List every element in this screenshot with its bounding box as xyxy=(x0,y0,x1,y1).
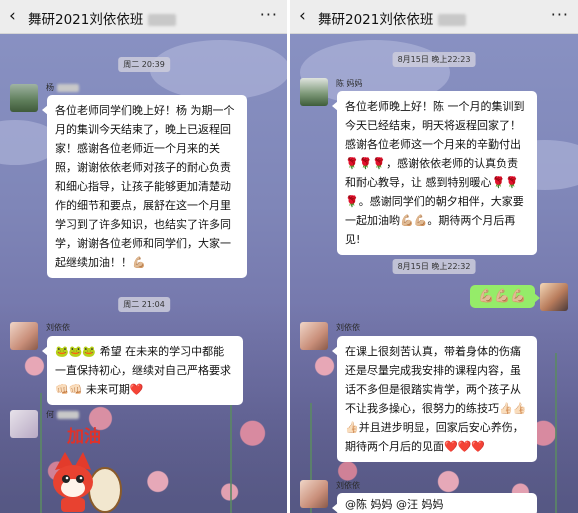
timestamp: 8月15日 晚上22:32 xyxy=(392,259,476,274)
message-bubble[interactable]: 🐸🐸🐸 希望 在未来的学习中都能一直保持初心，继续对自己严格要求👊🏻👊🏻 未来可… xyxy=(42,336,243,405)
sender-name: 刘依依 xyxy=(46,323,70,332)
timestamp: 8月15日 晚上22:23 xyxy=(392,52,476,67)
sender-name: 刘依依 xyxy=(336,323,360,332)
avatar[interactable] xyxy=(300,480,328,508)
more-options-button[interactable]: ··· xyxy=(551,5,569,24)
chat-title: 舞研2021刘依依班 xyxy=(318,8,466,28)
own-avatar[interactable] xyxy=(540,283,568,311)
more-options-button[interactable]: ··· xyxy=(260,5,278,24)
sticker-text: 加油 xyxy=(67,427,101,447)
flower-stem xyxy=(40,393,42,513)
avatar[interactable] xyxy=(10,410,38,438)
message-bubble[interactable]: 在课上很刻苦认真，带着身体的伤痛还是尽量完成我安排的课程内容，虽话不多但是很踏实… xyxy=(332,336,537,462)
chat-panel-left: ‹ 舞研2021刘依依班 ··· 周二 20:39 杨 各位老师同学们晚上好！杨… xyxy=(0,0,287,513)
message-bubble[interactable]: 各位老师晚上好！陈 一个月的集训到今天已经结束，明天将返程回家了！感谢各位老师这… xyxy=(332,91,537,255)
redacted-text xyxy=(437,14,466,26)
back-arrow-icon[interactable]: ‹ xyxy=(299,6,306,26)
timestamp: 周二 21:04 xyxy=(118,297,170,312)
message-bubble[interactable]: @陈 妈妈 @汪 妈妈 xyxy=(332,493,537,513)
chat-header: ‹ 舞研2021刘依依班 ··· xyxy=(290,0,578,34)
chat-panel-right: ‹ 舞研2021刘依依班 ··· 8月15日 晚上22:23 陈 妈妈 各位老师… xyxy=(290,0,578,513)
redacted-text xyxy=(147,14,176,26)
timestamp: 周二 20:39 xyxy=(118,57,170,72)
redacted-text xyxy=(56,410,79,419)
background-cloud xyxy=(150,40,287,100)
chat-title: 舞研2021刘依依班 xyxy=(28,8,176,28)
avatar[interactable] xyxy=(10,84,38,112)
back-arrow-icon[interactable]: ‹ xyxy=(9,6,16,26)
sender-name: 刘依依 xyxy=(336,481,360,490)
avatar[interactable] xyxy=(300,322,328,350)
sender-name: 杨 xyxy=(46,82,79,93)
avatar[interactable] xyxy=(10,322,38,350)
redacted-text xyxy=(56,83,79,92)
sender-name: 何 xyxy=(46,409,79,420)
flower-stem xyxy=(555,353,557,513)
message-bubble[interactable]: 各位老师同学们晚上好！杨 为期一个月的集训今天结束了，晚上已返程回家！感谢各位老… xyxy=(42,95,247,278)
flower-background xyxy=(0,303,287,513)
avatar[interactable] xyxy=(300,78,328,106)
own-message-bubble[interactable]: 💪🏼💪🏼💪🏼 xyxy=(470,285,540,308)
sender-name: 陈 妈妈 xyxy=(336,79,363,88)
cheer-sticker[interactable]: 加油 xyxy=(47,420,137,513)
chat-header: ‹ 舞研2021刘依依班 ··· xyxy=(0,0,287,34)
